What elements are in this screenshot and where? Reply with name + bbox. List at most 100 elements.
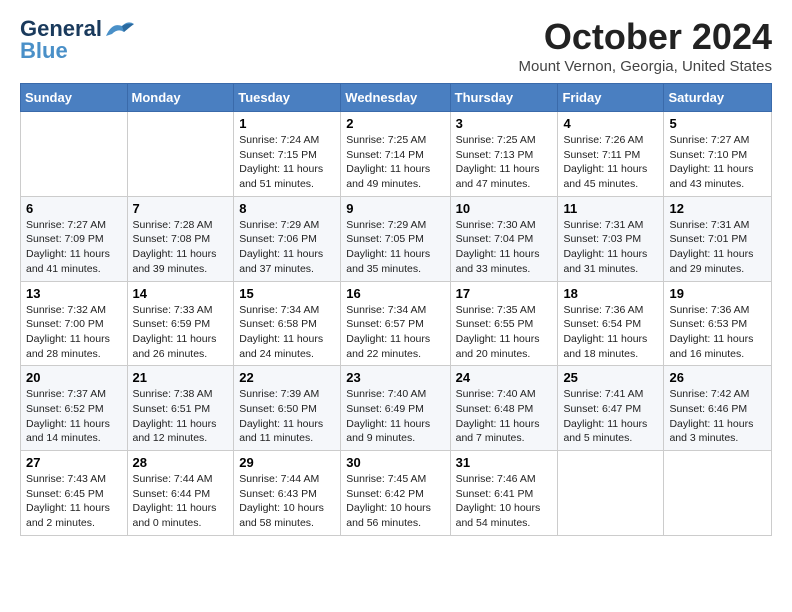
day-number: 7 (133, 201, 229, 216)
day-info: Sunrise: 7:33 AM Sunset: 6:59 PM Dayligh… (133, 303, 229, 362)
location: Mount Vernon, Georgia, United States (519, 58, 772, 75)
day-number: 23 (346, 370, 444, 385)
day-number: 31 (456, 455, 553, 470)
day-info: Sunrise: 7:34 AM Sunset: 6:57 PM Dayligh… (346, 303, 444, 362)
day-number: 2 (346, 116, 444, 131)
calendar-cell: 28 Sunrise: 7:44 AM Sunset: 6:44 PM Dayli… (127, 451, 234, 536)
day-number: 19 (669, 286, 766, 301)
day-number: 18 (563, 286, 658, 301)
day-info: Sunrise: 7:28 AM Sunset: 7:08 PM Dayligh… (133, 218, 229, 277)
calendar-cell: 27 Sunrise: 7:43 AM Sunset: 6:45 PM Dayli… (21, 451, 128, 536)
day-number: 3 (456, 116, 553, 131)
weekday-header-row: SundayMondayTuesdayWednesdayThursdayFrid… (21, 84, 772, 112)
day-info: Sunrise: 7:31 AM Sunset: 7:01 PM Dayligh… (669, 218, 766, 277)
calendar-cell: 13 Sunrise: 7:32 AM Sunset: 7:00 PM Dayli… (21, 281, 128, 366)
calendar-cell: 21 Sunrise: 7:38 AM Sunset: 6:51 PM Dayli… (127, 366, 234, 451)
day-info: Sunrise: 7:45 AM Sunset: 6:42 PM Dayligh… (346, 472, 444, 531)
day-number: 14 (133, 286, 229, 301)
day-number: 26 (669, 370, 766, 385)
calendar-cell: 19 Sunrise: 7:36 AM Sunset: 6:53 PM Dayli… (664, 281, 772, 366)
day-info: Sunrise: 7:34 AM Sunset: 6:58 PM Dayligh… (239, 303, 335, 362)
day-number: 4 (563, 116, 658, 131)
day-info: Sunrise: 7:42 AM Sunset: 6:46 PM Dayligh… (669, 387, 766, 446)
calendar-cell: 26 Sunrise: 7:42 AM Sunset: 6:46 PM Dayli… (664, 366, 772, 451)
calendar-cell: 31 Sunrise: 7:46 AM Sunset: 6:41 PM Dayli… (450, 451, 558, 536)
weekday-header-sunday: Sunday (21, 84, 128, 112)
day-number: 15 (239, 286, 335, 301)
weekday-header-saturday: Saturday (664, 84, 772, 112)
day-number: 20 (26, 370, 122, 385)
day-number: 27 (26, 455, 122, 470)
day-info: Sunrise: 7:27 AM Sunset: 7:09 PM Dayligh… (26, 218, 122, 277)
day-number: 25 (563, 370, 658, 385)
page-header: General Blue October 2024 Mount Vernon, … (20, 16, 772, 75)
day-info: Sunrise: 7:24 AM Sunset: 7:15 PM Dayligh… (239, 133, 335, 192)
logo-blue: Blue (20, 38, 68, 63)
weekday-header-monday: Monday (127, 84, 234, 112)
month-title: October 2024 (519, 16, 772, 58)
calendar-body: 1 Sunrise: 7:24 AM Sunset: 7:15 PM Daylig… (21, 112, 772, 536)
day-info: Sunrise: 7:46 AM Sunset: 6:41 PM Dayligh… (456, 472, 553, 531)
day-info: Sunrise: 7:36 AM Sunset: 6:54 PM Dayligh… (563, 303, 658, 362)
day-info: Sunrise: 7:25 AM Sunset: 7:13 PM Dayligh… (456, 133, 553, 192)
calendar-cell: 15 Sunrise: 7:34 AM Sunset: 6:58 PM Dayli… (234, 281, 341, 366)
day-info: Sunrise: 7:35 AM Sunset: 6:55 PM Dayligh… (456, 303, 553, 362)
calendar-cell: 29Sunrise: 7:44 AM Sunset: 6:43 PM Dayli… (234, 451, 341, 536)
logo: General Blue (20, 16, 136, 64)
calendar-cell: 14 Sunrise: 7:33 AM Sunset: 6:59 PM Dayli… (127, 281, 234, 366)
day-info: Sunrise: 7:26 AM Sunset: 7:11 PM Dayligh… (563, 133, 658, 192)
day-number: 5 (669, 116, 766, 131)
day-number: 21 (133, 370, 229, 385)
calendar-week-2: 13 Sunrise: 7:32 AM Sunset: 7:00 PM Dayli… (21, 281, 772, 366)
calendar-cell (21, 112, 128, 197)
day-number: 10 (456, 201, 553, 216)
day-info: Sunrise: 7:44 AM Sunset: 6:44 PM Dayligh… (133, 472, 229, 531)
calendar-cell: 18 Sunrise: 7:36 AM Sunset: 6:54 PM Dayli… (558, 281, 664, 366)
weekday-header-wednesday: Wednesday (341, 84, 450, 112)
calendar-cell (664, 451, 772, 536)
calendar-cell: 9 Sunrise: 7:29 AM Sunset: 7:05 PM Daylig… (341, 196, 450, 281)
calendar-cell: 1 Sunrise: 7:24 AM Sunset: 7:15 PM Daylig… (234, 112, 341, 197)
calendar-week-4: 27 Sunrise: 7:43 AM Sunset: 6:45 PM Dayli… (21, 451, 772, 536)
calendar-cell: 10Sunrise: 7:30 AM Sunset: 7:04 PM Dayli… (450, 196, 558, 281)
weekday-header-friday: Friday (558, 84, 664, 112)
day-info: Sunrise: 7:32 AM Sunset: 7:00 PM Dayligh… (26, 303, 122, 362)
day-info: Sunrise: 7:41 AM Sunset: 6:47 PM Dayligh… (563, 387, 658, 446)
calendar-cell: 3 Sunrise: 7:25 AM Sunset: 7:13 PM Daylig… (450, 112, 558, 197)
day-info: Sunrise: 7:39 AM Sunset: 6:50 PM Dayligh… (239, 387, 335, 446)
day-info: Sunrise: 7:44 AM Sunset: 6:43 PM Dayligh… (239, 472, 335, 531)
day-number: 24 (456, 370, 553, 385)
day-number: 13 (26, 286, 122, 301)
day-number: 1 (239, 116, 335, 131)
calendar-cell: 6 Sunrise: 7:27 AM Sunset: 7:09 PM Daylig… (21, 196, 128, 281)
day-info: Sunrise: 7:40 AM Sunset: 6:48 PM Dayligh… (456, 387, 553, 446)
calendar-cell (127, 112, 234, 197)
day-number: 30 (346, 455, 444, 470)
day-info: Sunrise: 7:27 AM Sunset: 7:10 PM Dayligh… (669, 133, 766, 192)
day-number: 6 (26, 201, 122, 216)
calendar-week-1: 6 Sunrise: 7:27 AM Sunset: 7:09 PM Daylig… (21, 196, 772, 281)
day-info: Sunrise: 7:31 AM Sunset: 7:03 PM Dayligh… (563, 218, 658, 277)
calendar-table: SundayMondayTuesdayWednesdayThursdayFrid… (20, 83, 772, 536)
calendar-cell: 16 Sunrise: 7:34 AM Sunset: 6:57 PM Dayli… (341, 281, 450, 366)
day-number: 12 (669, 201, 766, 216)
calendar-cell (558, 451, 664, 536)
calendar-cell: 5 Sunrise: 7:27 AM Sunset: 7:10 PM Daylig… (664, 112, 772, 197)
weekday-header-thursday: Thursday (450, 84, 558, 112)
day-number: 16 (346, 286, 444, 301)
day-number: 22 (239, 370, 335, 385)
calendar-cell: 22 Sunrise: 7:39 AM Sunset: 6:50 PM Dayli… (234, 366, 341, 451)
day-number: 28 (133, 455, 229, 470)
day-info: Sunrise: 7:25 AM Sunset: 7:14 PM Dayligh… (346, 133, 444, 192)
day-number: 8 (239, 201, 335, 216)
calendar-cell: 7 Sunrise: 7:28 AM Sunset: 7:08 PM Daylig… (127, 196, 234, 281)
calendar-cell: 11Sunrise: 7:31 AM Sunset: 7:03 PM Dayli… (558, 196, 664, 281)
day-info: Sunrise: 7:38 AM Sunset: 6:51 PM Dayligh… (133, 387, 229, 446)
calendar-cell: 24 Sunrise: 7:40 AM Sunset: 6:48 PM Dayli… (450, 366, 558, 451)
day-info: Sunrise: 7:37 AM Sunset: 6:52 PM Dayligh… (26, 387, 122, 446)
day-number: 9 (346, 201, 444, 216)
day-info: Sunrise: 7:43 AM Sunset: 6:45 PM Dayligh… (26, 472, 122, 531)
day-info: Sunrise: 7:29 AM Sunset: 7:05 PM Dayligh… (346, 218, 444, 277)
weekday-header-tuesday: Tuesday (234, 84, 341, 112)
day-info: Sunrise: 7:36 AM Sunset: 6:53 PM Dayligh… (669, 303, 766, 362)
